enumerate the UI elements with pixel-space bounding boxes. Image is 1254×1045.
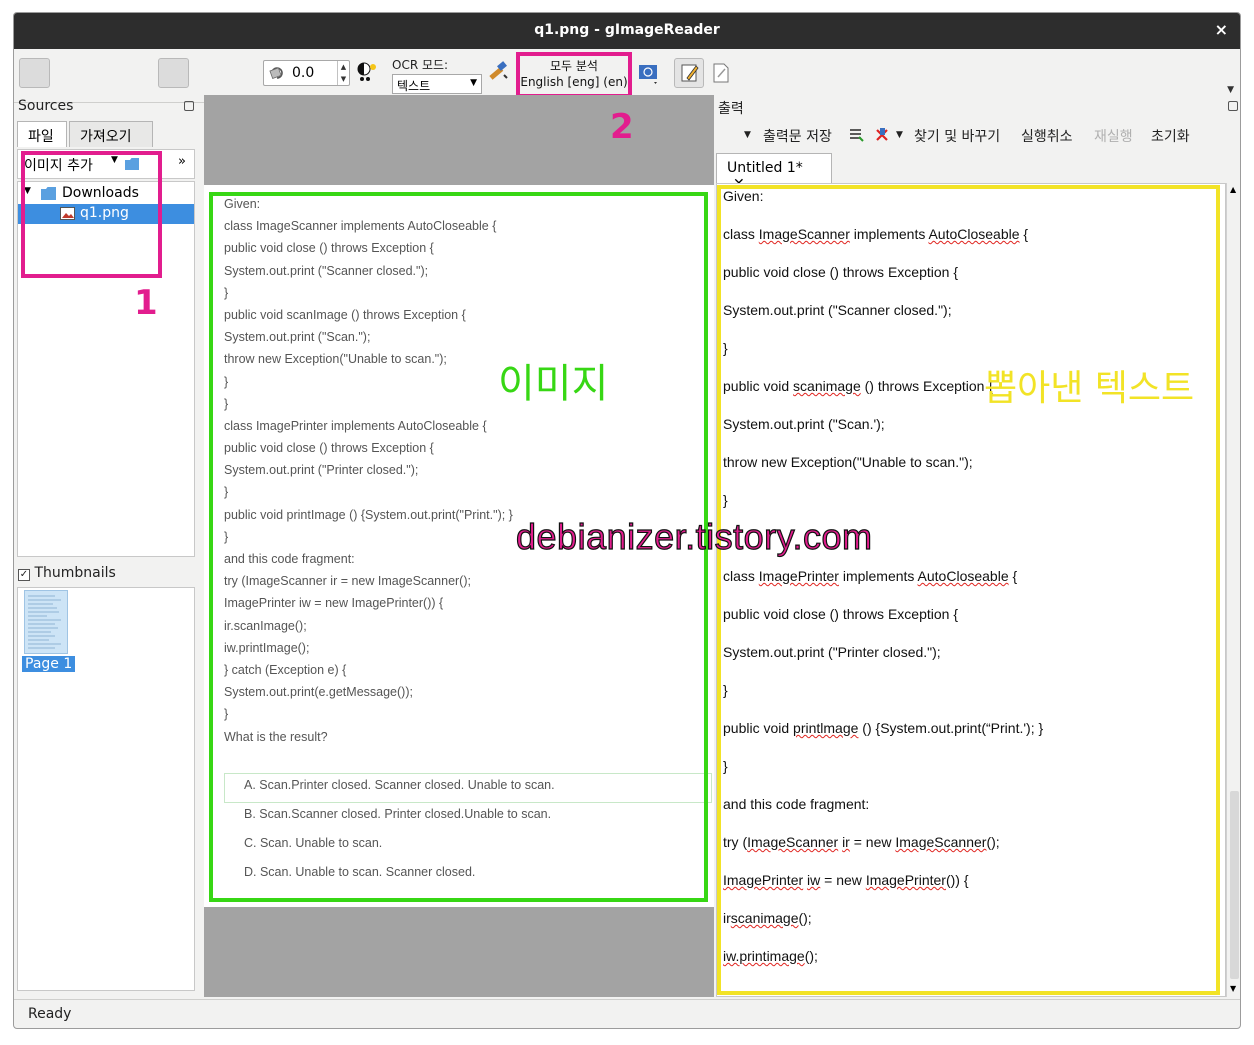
brightness-icon[interactable]	[356, 61, 378, 83]
scroll-up-icon[interactable]: ▲	[1230, 185, 1236, 194]
chevron-down-icon: ▼	[470, 78, 477, 88]
chevron-down-icon[interactable]: ▼	[896, 130, 903, 140]
status-bar: Ready	[14, 999, 1240, 1028]
rotate-icon	[269, 67, 283, 79]
ocr-mode-select[interactable]: 텍스트 ▼	[392, 74, 482, 94]
scroll-down-icon[interactable]: ▼	[1230, 984, 1236, 993]
recognize-language: English [eng] (en)	[520, 75, 628, 89]
annotation-2: 2	[610, 107, 634, 147]
recognize-all-button[interactable]: 모두 분석 English [eng] (en)	[516, 52, 632, 98]
autodetect-layout-icon[interactable]	[487, 61, 509, 83]
more-icon[interactable]: »	[178, 154, 186, 169]
output-scrollbar[interactable]: ▲ ▼	[1226, 183, 1240, 997]
controls-button[interactable]	[158, 58, 189, 88]
scrollbar-thumb[interactable]	[1230, 791, 1239, 979]
find-replace-button[interactable]: 찾기 및 바꾸기	[914, 126, 1000, 146]
page-thumbnail[interactable]	[24, 590, 68, 654]
title-bar: q1.png - gImageReader ×	[14, 13, 1240, 49]
sources-highlight-box	[21, 151, 162, 278]
save-output-button[interactable]: 출력문 저장	[763, 126, 832, 146]
document-tab-title: Untitled 1*	[727, 160, 803, 176]
text-annotation: 뽑아낸 텍스트	[984, 368, 1195, 409]
detach-panel-icon[interactable]	[1228, 101, 1238, 111]
rotation-value: 0.0	[292, 65, 315, 81]
language-flag-icon[interactable]	[638, 62, 660, 84]
toolbar-overflow-icon[interactable]: ▼	[1227, 85, 1234, 95]
pencil-icon	[681, 64, 699, 82]
checkbox-checked-icon[interactable]: ✓	[18, 569, 30, 581]
thumbnail-lines	[28, 595, 61, 649]
sources-tabs: 파일 가져오기	[17, 121, 195, 147]
image-annotation: 이미지	[498, 361, 609, 407]
ocr-mode-value: 텍스트	[397, 79, 431, 93]
window-title: q1.png - gImageReader	[534, 22, 720, 38]
spin-arrows[interactable]: ▲ ▼	[337, 61, 349, 85]
open-button[interactable]	[19, 58, 50, 88]
document-tab[interactable]: Untitled 1* ✕	[716, 153, 832, 192]
reset-button[interactable]: 초기화	[1151, 126, 1190, 146]
tab-files[interactable]: 파일	[17, 121, 67, 147]
close-window-button[interactable]: ×	[1215, 20, 1228, 39]
recognize-label: 모두 분석	[550, 59, 598, 73]
thumbnails-toggle[interactable]: ✓ Thumbnails	[18, 565, 116, 581]
page-thumbnail-label[interactable]: Page 1	[22, 656, 76, 672]
watermark: debianizer.tistory.com	[515, 515, 873, 557]
rotation-spinbox[interactable]: 0.0 ▲ ▼	[263, 60, 350, 86]
detach-panel-icon[interactable]	[184, 101, 194, 111]
sources-header: Sources	[18, 98, 74, 114]
hocr-icon[interactable]	[710, 62, 732, 84]
tab-acquire[interactable]: 가져오기	[69, 121, 153, 147]
chevron-down-icon[interactable]: ▼	[744, 130, 751, 140]
undo-button[interactable]: 실행취소	[1021, 126, 1073, 146]
annotation-1: 1	[134, 283, 158, 323]
text-options-icon[interactable]	[849, 127, 865, 143]
text-highlight-box	[717, 185, 1220, 995]
redo-button[interactable]: 재실행	[1094, 126, 1133, 146]
ocr-mode-label: OCR 모드:	[392, 58, 449, 72]
clear-format-icon[interactable]	[874, 127, 890, 143]
output-header: 출력	[718, 101, 744, 117]
edit-output-button[interactable]	[674, 58, 704, 88]
thumbnails-label: Thumbnails	[34, 565, 116, 581]
thumbnails-list: Page 1	[17, 587, 195, 991]
output-toolbar: ▼ 출력문 저장 ▼ 찾기 및 바꾸기 실행취소 재실행 초기화	[714, 123, 1240, 149]
